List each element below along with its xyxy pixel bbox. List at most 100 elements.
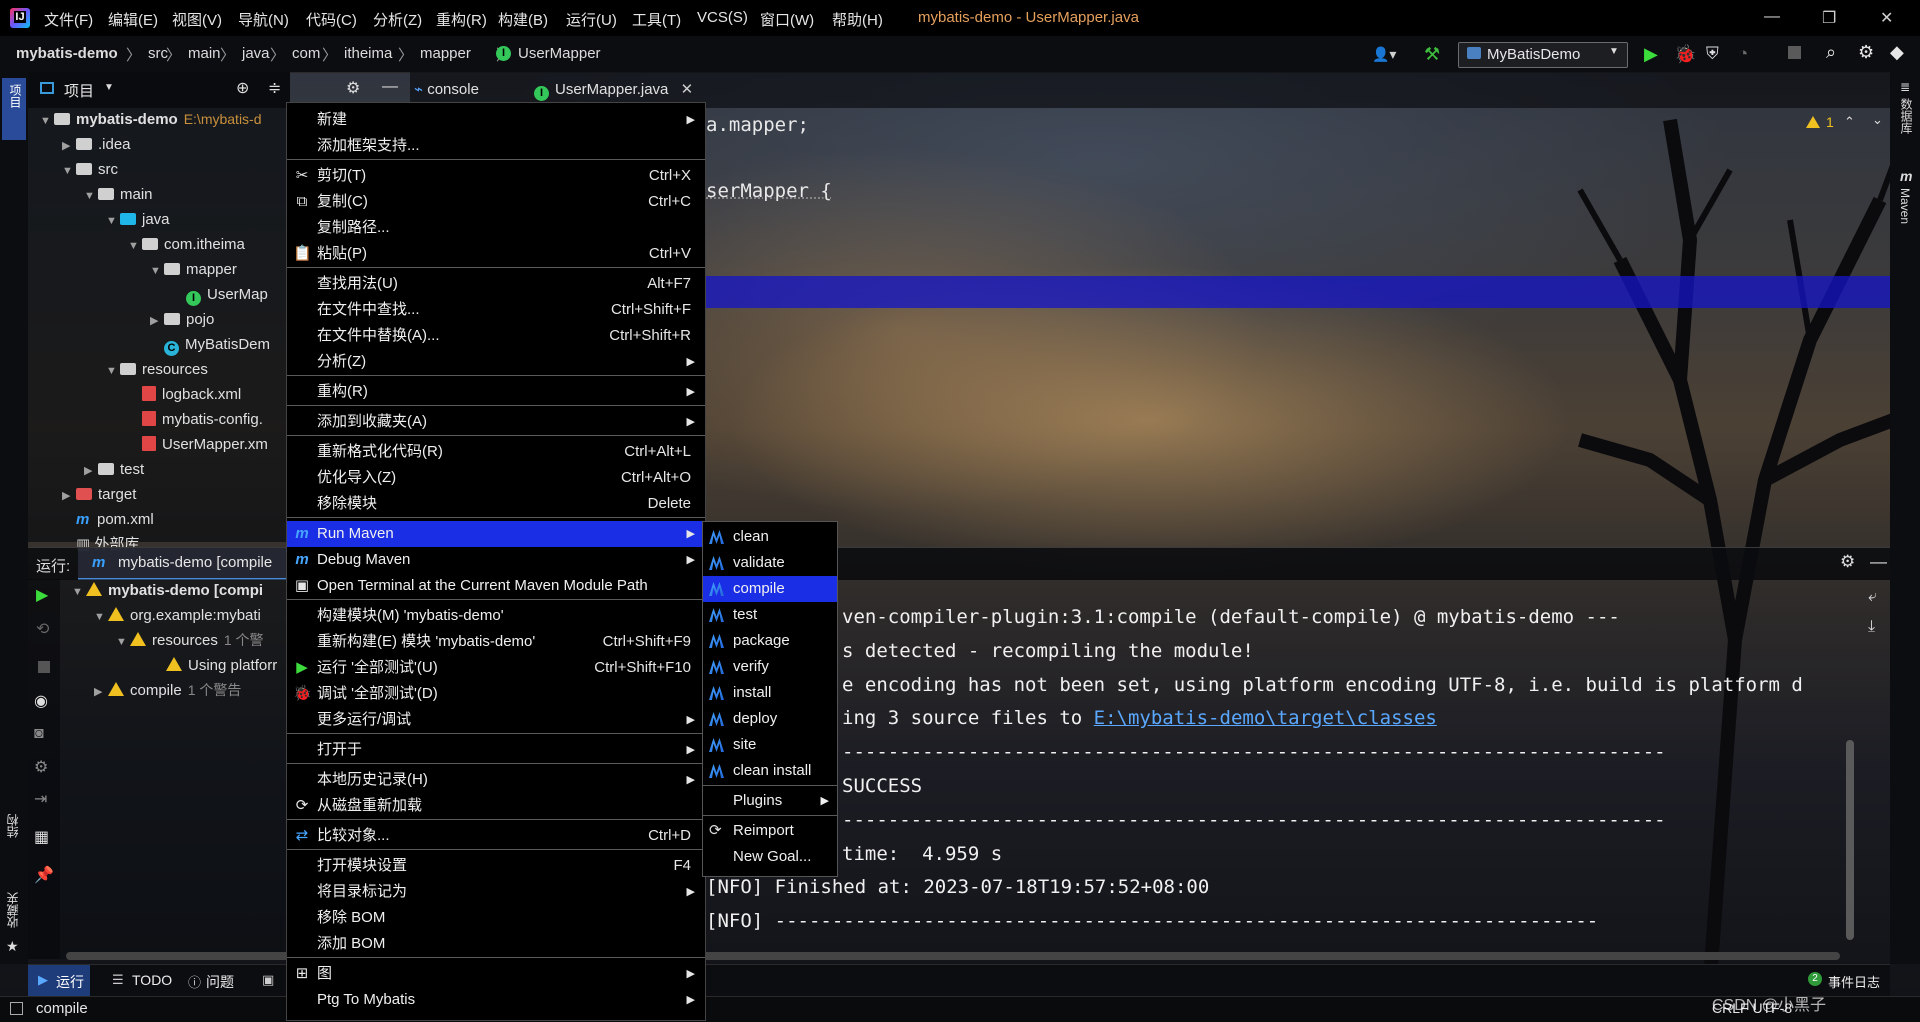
debug-icon[interactable]: 🐞	[1674, 44, 1696, 65]
breadcrumb-item[interactable]: src	[148, 45, 168, 62]
tree-item[interactable]: mybatis-config.	[128, 407, 263, 432]
tree-expand-arrow[interactable]: ▼	[40, 109, 54, 134]
tree-item[interactable]: ▼ main	[84, 182, 153, 207]
minimize-icon[interactable]: —	[1764, 8, 1780, 26]
maven-goal-item[interactable]: New Goal...	[703, 844, 837, 870]
eye-icon[interactable]: ◉	[34, 691, 48, 711]
restore-icon[interactable]: ❐	[1822, 8, 1836, 28]
tree-expand-arrow[interactable]: ▼	[150, 259, 164, 284]
tree-expand-arrow[interactable]: ▼	[106, 209, 120, 234]
console-line[interactable]: ----------------------------------------…	[842, 741, 1666, 763]
maven-goal-item[interactable]: ⟳ Reimport	[703, 818, 837, 844]
export-icon[interactable]: ⇥	[34, 789, 47, 809]
tree-item[interactable]: ▶ .idea	[62, 132, 131, 157]
console-line[interactable]: e encoding has not been set, using platf…	[842, 674, 1803, 696]
console-line[interactable]: ven-compiler-plugin:3.1:compile (default…	[842, 606, 1620, 628]
search-icon[interactable]: ⌕	[1826, 42, 1836, 63]
tree-expand-arrow[interactable]: ▶	[62, 484, 76, 509]
run-icon[interactable]: ▶	[1644, 44, 1658, 65]
tree-expand-arrow[interactable]: ▼	[72, 580, 86, 605]
context-menu-item[interactable]: m Debug Maven ▶	[287, 547, 705, 573]
tree-expand-arrow[interactable]: ▶	[150, 309, 164, 334]
tree-expand-arrow[interactable]: ▼	[116, 630, 130, 655]
layout-icon[interactable]: ▦	[34, 827, 49, 847]
tool-window-problems[interactable]: ⓘ 问题	[188, 965, 248, 997]
maven-goal-item[interactable]: Plugins ▶	[703, 788, 837, 814]
context-menu-item[interactable]: ⧉ 复制(C) Ctrl+C	[287, 189, 705, 215]
context-menu-item[interactable]: ✂ 剪切(T) Ctrl+X	[287, 163, 705, 189]
project-panel-title[interactable]: 项目	[64, 80, 94, 101]
context-menu-item[interactable]: 重新格式化代码(R) Ctrl+Alt+L	[287, 439, 705, 465]
console-line[interactable]: [NFO] ----------------------------------…	[706, 910, 1598, 932]
menu-item[interactable]: 构建(B)	[498, 9, 548, 30]
maven-goal-item[interactable]: install	[703, 680, 837, 706]
tree-expand-arrow[interactable]: ▶	[62, 134, 76, 159]
expand-all-icon[interactable]: ≑	[268, 78, 281, 98]
context-menu-item[interactable]: 优化导入(Z) Ctrl+Alt+O	[287, 465, 705, 491]
profile-icon[interactable]: ◔	[1738, 44, 1748, 64]
tree-expand-arrow[interactable]: ▶	[94, 680, 108, 705]
tree-item[interactable]: ▼ src	[62, 157, 118, 182]
context-menu-item[interactable]: 移除 BOM	[287, 905, 705, 931]
tree-expand-arrow[interactable]: ▼	[128, 234, 142, 259]
stop-icon[interactable]	[38, 661, 50, 673]
tree-expand-arrow[interactable]: ▼	[62, 159, 76, 184]
breadcrumb-item[interactable]: main	[188, 45, 221, 62]
context-menu-item[interactable]: ▣ Open Terminal at the Current Maven Modu…	[287, 573, 705, 599]
settings-gear-icon[interactable]: ⚙	[346, 78, 360, 98]
camera-icon[interactable]: ◙	[34, 725, 44, 743]
tool-window-run[interactable]: ▶ 运行	[28, 965, 90, 997]
run-tree-item[interactable]: ▼ mybatis-demo [compi	[72, 578, 263, 603]
context-menu-item[interactable]: 复制路径...	[287, 215, 705, 241]
stop-icon[interactable]	[1788, 46, 1801, 59]
console-line[interactable]: ing 3 source files to E:\mybatis-demo\ta…	[842, 707, 1437, 729]
hide-panel-icon[interactable]: —	[1870, 552, 1887, 572]
context-menu-item[interactable]: 在文件中替换(A)... Ctrl+Shift+R	[287, 323, 705, 349]
console-scrollbar[interactable]	[1846, 740, 1854, 940]
tree-item[interactable]: ▶ test	[84, 457, 144, 482]
maven-goal-item[interactable]: verify	[703, 654, 837, 680]
chevron-up-icon[interactable]: ⌃	[1844, 114, 1855, 130]
console-line[interactable]: SUCCESS	[842, 775, 922, 797]
maven-goal-item[interactable]: compile	[703, 576, 837, 602]
scroll-to-end-icon[interactable]: ⤓	[1868, 618, 1875, 636]
run-tree-item[interactable]: ▼ resources 1 个警	[116, 628, 264, 653]
console-line[interactable]: [NFO] Finished at: 2023-07-18T19:57:52+0…	[706, 876, 1209, 898]
context-menu-item[interactable]: 新建 ▶	[287, 107, 705, 133]
menu-item[interactable]: 帮助(H)	[832, 9, 883, 30]
database-tool-button[interactable]: 数据库	[1898, 98, 1915, 134]
maven-goal-item[interactable]: deploy	[703, 706, 837, 732]
context-menu-item[interactable]: 构建模块(M) 'mybatis-demo'	[287, 603, 705, 629]
maven-goal-item[interactable]: site	[703, 732, 837, 758]
tree-expand-arrow[interactable]: ▶	[84, 459, 98, 484]
tree-item[interactable]: ▼ mybatis-demo E:\mybatis-d	[40, 107, 262, 132]
tab-console[interactable]: ⌁ console	[414, 80, 479, 98]
breadcrumb-item[interactable]: mapper	[420, 45, 471, 62]
menu-item[interactable]: 重构(R)	[436, 9, 487, 30]
context-menu-item[interactable]: 更多运行/调试 ▶	[287, 707, 705, 733]
context-menu-item[interactable]: 将目录标记为 ▶	[287, 879, 705, 905]
run-tab[interactable]: m mybatis-demo [compile	[78, 548, 318, 580]
code-line[interactable]: serMapper {	[706, 180, 832, 202]
project-tool-button[interactable]: 项目	[2, 78, 26, 140]
run-tree-item[interactable]: Using platforr	[152, 653, 277, 678]
close-tab-icon[interactable]: ✕	[681, 81, 694, 98]
favorites-tool-button[interactable]: 收藏夹	[4, 892, 21, 928]
maven-goal-item[interactable]: validate	[703, 550, 837, 576]
context-menu-item[interactable]: ⇄ 比较对象... Ctrl+D	[287, 823, 705, 849]
pin-icon[interactable]: 📌	[34, 865, 54, 885]
chevron-down-icon[interactable]: ▼	[104, 82, 114, 93]
settings-gear-icon[interactable]: ⚙	[1840, 552, 1855, 572]
tree-item[interactable]: I UserMap	[172, 282, 268, 307]
menu-item[interactable]: 导航(N)	[238, 9, 289, 30]
tree-item[interactable]: ▶ pojo	[150, 307, 214, 332]
context-menu-item[interactable]: 添加框架支持...	[287, 133, 705, 159]
tree-expand-arrow[interactable]: ▼	[106, 359, 120, 384]
tree-item[interactable]: ▼ mapper	[150, 257, 237, 282]
tree-item[interactable]: UserMapper.xm	[128, 432, 268, 457]
menu-item[interactable]: 编辑(E)	[108, 9, 158, 30]
tree-item[interactable]: ▼ java	[106, 207, 170, 232]
warning-indicator[interactable]: 1	[1806, 114, 1834, 130]
status-toggle-icon[interactable]	[10, 1002, 23, 1015]
context-menu-item[interactable]: m Run Maven ▶	[287, 521, 705, 547]
